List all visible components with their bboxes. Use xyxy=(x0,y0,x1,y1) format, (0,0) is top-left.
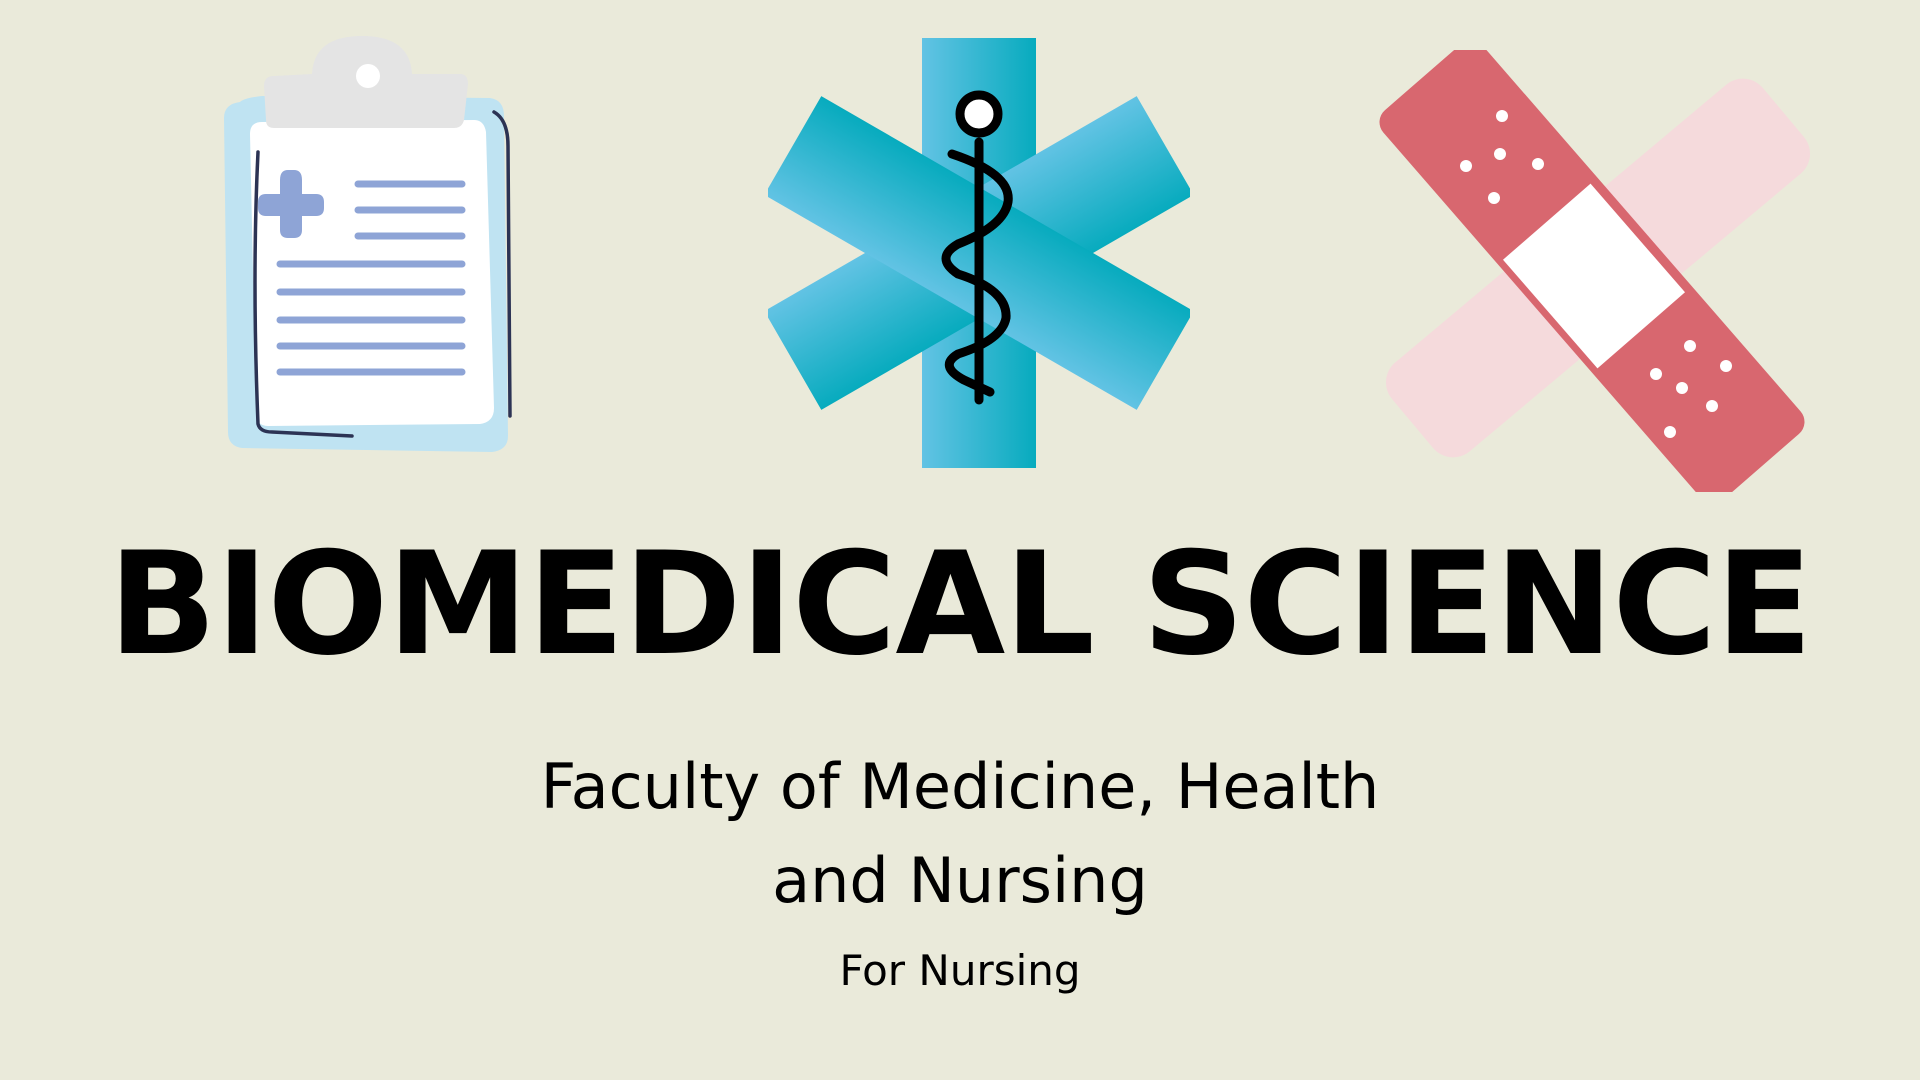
slide: BIOMEDICAL SCIENCE Faculty of Medicine, … xyxy=(0,0,1920,1080)
page-title: BIOMEDICAL SCIENCE xyxy=(108,522,1812,687)
clipboard-icon xyxy=(224,36,512,452)
subtitle-line-2: and Nursing xyxy=(772,844,1148,917)
star-of-life-icon xyxy=(768,38,1190,468)
subtitle-line-1: Faculty of Medicine, Health xyxy=(540,750,1380,823)
subtitle: Faculty of Medicine, Health and Nursing xyxy=(0,740,1920,928)
bandage-icon xyxy=(1379,50,1811,492)
tagline: For Nursing xyxy=(839,946,1081,995)
